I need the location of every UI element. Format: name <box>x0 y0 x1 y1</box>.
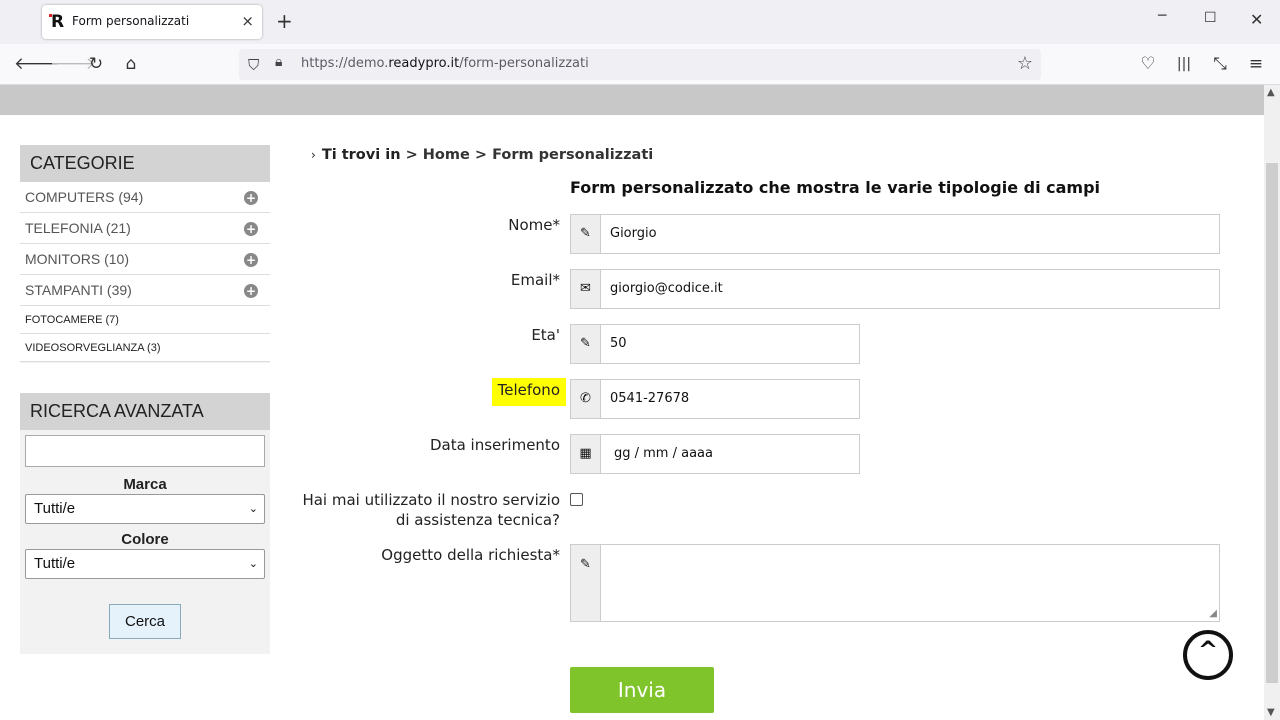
page-scrollbar[interactable]: ▲ ▼ <box>1264 85 1280 720</box>
scroll-down-icon[interactable]: ▼ <box>1267 707 1275 718</box>
category-item-telefonia[interactable]: TELEFONIA (21) + <box>20 213 270 244</box>
forward-icon[interactable]: 🡒 <box>50 54 96 74</box>
name-label: Nome* <box>508 216 560 234</box>
service-label-line1: Hai mai utilizzato il nostro servizio <box>302 491 560 509</box>
brand-select[interactable]: Tutti/e ⌄ <box>25 494 265 524</box>
brand-label: Marca <box>123 476 167 493</box>
tab-title: Form personalizzati <box>72 14 190 28</box>
bookmark-star-icon[interactable]: ☆ <box>1017 53 1033 74</box>
email-value: giorgio@codice.it <box>610 281 723 296</box>
phone-icon: ✆ <box>571 380 601 418</box>
age-field[interactable]: ✎ 50 <box>570 324 860 364</box>
phone-label: Telefono <box>491 378 566 406</box>
category-label[interactable]: VIDEOSORVEGLIANZA (3) <box>25 342 161 354</box>
categories-title: CATEGORIE <box>20 145 270 182</box>
advanced-search-input[interactable] <box>25 435 265 467</box>
pencil-icon: ✎ <box>571 215 601 253</box>
calendar-icon: ▦ <box>571 435 601 473</box>
browser-tab-bar: R Form personalizzati × + ─ ☐ ✕ <box>0 0 1280 44</box>
advanced-search-title: RICERCA AVANZATA <box>20 393 270 430</box>
service-checkbox[interactable] <box>570 493 583 506</box>
reload-icon[interactable]: ↻ <box>86 54 106 74</box>
category-label[interactable]: FOTOCAMERE (7) <box>25 314 119 326</box>
age-label: Eta' <box>531 326 560 344</box>
subject-textarea[interactable]: ✎ ◢ <box>570 544 1220 622</box>
category-label[interactable]: STAMPANTI (39) <box>25 282 132 298</box>
new-tab-icon[interactable]: + <box>276 10 293 32</box>
color-select[interactable]: Tutti/e ⌄ <box>25 549 265 579</box>
email-label: Email* <box>510 271 560 289</box>
browser-tab[interactable]: R Form personalizzati × <box>42 5 262 39</box>
pencil-icon: ✎ <box>571 325 601 363</box>
subject-label: Oggetto della richiesta* <box>381 546 560 564</box>
email-field[interactable]: ✉ giorgio@codice.it <box>570 269 1220 309</box>
breadcrumb: › Ti trovi in > Home > Form personalizzat… <box>311 147 653 163</box>
category-item-computers[interactable]: COMPUTERS (94) + <box>20 182 270 213</box>
category-item-fotocamere[interactable]: FOTOCAMERE (7) <box>20 306 270 334</box>
color-label: Colore <box>121 531 169 548</box>
category-label[interactable]: TELEFONIA (21) <box>25 220 131 236</box>
color-select-value: Tutti/e <box>34 555 76 572</box>
date-placeholder: gg / mm / aaaa <box>614 446 713 461</box>
category-item-videosorveglianza[interactable]: VIDEOSORVEGLIANZA (3) <box>20 334 270 362</box>
url-text[interactable]: https://demo.readypro.it/form-personaliz… <box>301 56 589 71</box>
age-value: 50 <box>610 336 627 351</box>
readypro-favicon-icon: R <box>49 13 67 31</box>
name-field[interactable]: ✎ Giorgio <box>570 214 1220 254</box>
chevron-down-icon: ⌄ <box>248 558 258 570</box>
extensions-icon[interactable]: ⤡ <box>1210 54 1230 74</box>
scroll-up-icon[interactable]: ▲ <box>1267 87 1275 98</box>
envelope-icon: ✉ <box>571 270 601 308</box>
scroll-to-top-button[interactable]: ^ <box>1183 630 1233 680</box>
breadcrumb-path[interactable]: > Home > Form personalizzati <box>406 147 654 163</box>
pencil-icon: ✎ <box>571 545 601 621</box>
chevron-up-icon: ^ <box>1197 636 1219 664</box>
tab-close-icon[interactable]: × <box>241 12 254 30</box>
search-button[interactable]: Cerca <box>109 604 181 639</box>
menu-icon[interactable]: ≡ <box>1246 54 1266 74</box>
lock-icon[interactable]: 🔒︎ <box>275 54 282 70</box>
expand-plus-icon[interactable]: + <box>244 284 258 298</box>
category-item-monitors[interactable]: MONITORS (10) + <box>20 244 270 275</box>
library-icon[interactable]: ||| <box>1174 54 1194 74</box>
resize-handle-icon[interactable]: ◢ <box>1209 608 1217 619</box>
service-label-line2: di assistenza tecnica? <box>395 511 560 529</box>
close-icon[interactable]: ✕ <box>1250 10 1263 29</box>
browser-nav-bar: 🡐 🡒 ↻ ⌂ ⛉ 🔒︎ https://demo.readypro.it/fo… <box>0 44 1280 85</box>
tracking-shield-icon[interactable]: ⛉ <box>248 56 259 74</box>
advanced-search-box: RICERCA AVANZATA Marca Tutti/e ⌄ Colore … <box>20 393 270 654</box>
page-header-strip <box>0 85 1264 115</box>
brand-select-value: Tutti/e <box>34 500 76 517</box>
phone-field[interactable]: ✆ 0541-27678 <box>570 379 860 419</box>
category-label[interactable]: COMPUTERS (94) <box>25 189 143 205</box>
maximize-icon[interactable]: ☐ <box>1204 10 1217 26</box>
phone-value: 0541-27678 <box>610 391 690 406</box>
chevron-down-icon: ⌄ <box>248 503 258 515</box>
scrollbar-thumb[interactable] <box>1266 163 1278 683</box>
category-item-stampanti[interactable]: STAMPANTI (39) + <box>20 275 270 306</box>
back-icon[interactable]: 🡐 <box>14 54 60 74</box>
expand-plus-icon[interactable]: + <box>244 191 258 205</box>
expand-plus-icon[interactable]: + <box>244 253 258 267</box>
service-label: Hai mai utilizzato il nostro servizio di… <box>302 490 560 530</box>
categories-box: CATEGORIE COMPUTERS (94) + TELEFONIA (21… <box>20 145 270 363</box>
address-bar[interactable]: ⛉ 🔒︎ https://demo.readypro.it/form-perso… <box>239 49 1041 80</box>
minimize-icon[interactable]: ─ <box>1158 8 1166 24</box>
breadcrumb-prefix: Ti trovi in <box>321 147 401 163</box>
expand-plus-icon[interactable]: + <box>244 222 258 236</box>
category-label[interactable]: MONITORS (10) <box>25 251 129 267</box>
date-label: Data inserimento <box>429 436 560 454</box>
chevron-right-icon: › <box>311 148 316 162</box>
name-value: Giorgio <box>610 226 657 241</box>
pocket-icon[interactable]: ♡ <box>1138 54 1158 74</box>
home-icon[interactable]: ⌂ <box>121 54 141 74</box>
submit-button[interactable]: Invia <box>570 667 714 713</box>
date-field[interactable]: ▦ gg / mm / aaaa <box>570 434 860 474</box>
form-title: Form personalizzato che mostra le varie … <box>570 178 1101 197</box>
